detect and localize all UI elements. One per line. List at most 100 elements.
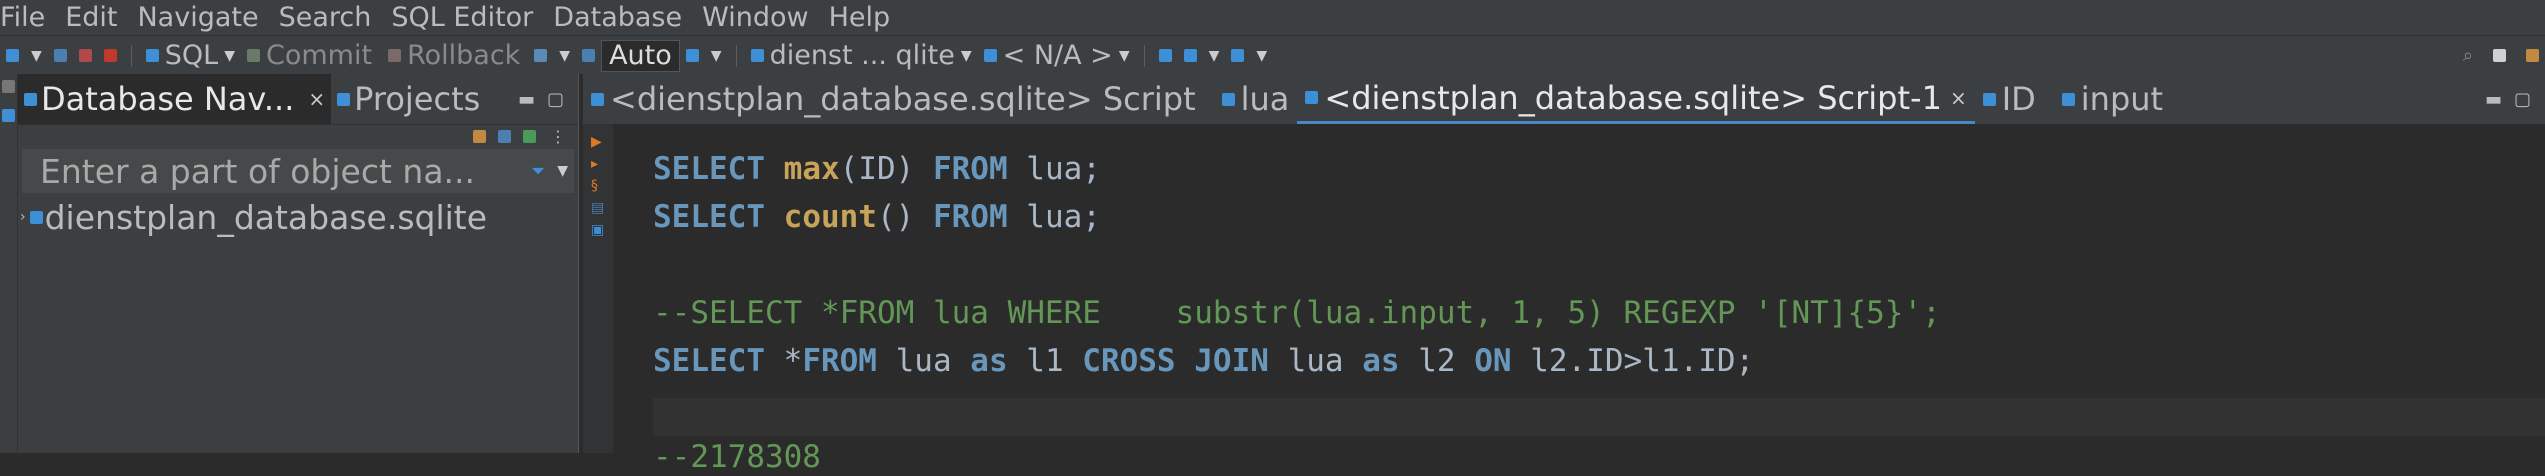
code-line: SELECT *FROM lua as l1 CROSS JOIN lua as… bbox=[653, 342, 1754, 380]
projects-icon bbox=[337, 92, 351, 106]
commit-label: Commit bbox=[266, 40, 373, 71]
datasource-selector[interactable]: dienst ... qlite ▼ bbox=[745, 40, 978, 71]
object-filter-input[interactable] bbox=[22, 150, 531, 192]
execute-in-new-tab-icon[interactable]: ▸ bbox=[591, 156, 613, 172]
chevron-down-icon[interactable]: ▼ bbox=[1209, 48, 1220, 64]
open-perspective-icon[interactable] bbox=[2493, 49, 2506, 62]
menu-window[interactable]: Window bbox=[702, 0, 808, 35]
tab-database-navigator[interactable]: Database Nav... × bbox=[18, 74, 332, 124]
transaction-mode-selector[interactable]: Auto bbox=[601, 39, 680, 72]
collapse-all-icon[interactable] bbox=[498, 129, 511, 143]
tab-label: <dienstplan_database.sqlite> Script bbox=[610, 80, 1196, 118]
maximize-icon[interactable]: ▢ bbox=[2514, 89, 2531, 110]
navigator-tabs: Database Nav... × Projects ▬ ▢ bbox=[18, 74, 578, 125]
pin-icon[interactable] bbox=[1231, 49, 1245, 62]
menu-edit[interactable]: Edit bbox=[65, 0, 117, 35]
schema-icon bbox=[983, 49, 997, 62]
explain-plan-icon[interactable]: ▤ bbox=[591, 200, 613, 216]
chevron-down-icon[interactable]: ▼ bbox=[559, 48, 570, 64]
tab-label: Projects bbox=[354, 80, 481, 118]
sql-script-icon bbox=[591, 92, 604, 106]
menu-search[interactable]: Search bbox=[279, 0, 372, 35]
lock-icon[interactable] bbox=[582, 49, 596, 62]
rollback-button[interactable]: Rollback bbox=[382, 40, 520, 71]
invalidate-icon[interactable] bbox=[103, 49, 117, 62]
new-connection-icon[interactable] bbox=[6, 49, 19, 62]
tab-lua[interactable]: lua bbox=[1204, 74, 1298, 124]
sql-editor-button[interactable]: SQL ▼ bbox=[140, 40, 241, 71]
tab-input[interactable]: input bbox=[2044, 74, 2171, 124]
chevron-down-icon[interactable]: ▼ bbox=[1119, 48, 1130, 64]
menu-sql-editor[interactable]: SQL Editor bbox=[391, 0, 533, 35]
minimize-icon[interactable]: ▬ bbox=[2485, 89, 2502, 110]
chevron-down-icon[interactable]: ▼ bbox=[961, 48, 972, 64]
chevron-down-icon[interactable]: ▼ bbox=[224, 48, 235, 64]
format-icon[interactable] bbox=[1183, 49, 1197, 62]
tab-projects[interactable]: Projects bbox=[331, 74, 486, 124]
dbeaver-perspective-icon[interactable] bbox=[2526, 49, 2539, 62]
chevron-down-icon[interactable]: ▼ bbox=[711, 48, 722, 64]
navigator-toolbar: ⋮ bbox=[18, 125, 578, 147]
connect-icon[interactable] bbox=[53, 49, 67, 62]
left-trim-bar bbox=[0, 74, 18, 453]
execute-script-icon[interactable]: § bbox=[591, 178, 613, 194]
chevron-down-icon[interactable]: ▼ bbox=[557, 163, 568, 179]
code-token: SELECT bbox=[653, 199, 765, 235]
code-token: FROM bbox=[932, 199, 1008, 235]
sql-editor[interactable]: SELECT max(ID) FROM lua; SELECT count() F… bbox=[613, 124, 2545, 475]
menu-database[interactable]: Database bbox=[553, 0, 682, 35]
code-token: lua; bbox=[1007, 151, 1101, 187]
sqlite-db-icon bbox=[750, 49, 764, 62]
column-icon bbox=[2061, 92, 2075, 106]
code-token: l2.ID>l1.ID; bbox=[1511, 343, 1755, 379]
menu-navigate[interactable]: Navigate bbox=[137, 0, 258, 35]
search-icon[interactable]: ⌕ bbox=[2463, 45, 2473, 66]
minimize-icon[interactable]: ▬ bbox=[518, 89, 535, 110]
chevron-down-icon[interactable]: ▼ bbox=[31, 48, 42, 64]
disconnect-icon[interactable] bbox=[78, 49, 92, 62]
main-toolbar: ▼ SQL ▼ Commit Rollback ▼ Auto ▼ dienst … bbox=[0, 35, 2545, 75]
tree-item-database[interactable]: › dienstplan_database.sqlite bbox=[18, 193, 578, 241]
code-token: count bbox=[783, 199, 877, 235]
restore-view-icon[interactable] bbox=[2, 109, 15, 122]
menu-file[interactable]: File bbox=[0, 0, 45, 35]
commit-icon bbox=[247, 49, 260, 62]
editor-tabs: <dienstplan_database.sqlite> Script lua … bbox=[583, 74, 2545, 124]
filter-icon[interactable]: ⏷ bbox=[531, 161, 545, 182]
database-navigator-panel: Database Nav... × Projects ▬ ▢ ⋮ ⏷ ▼ › d… bbox=[18, 74, 578, 453]
tab-script-1[interactable]: <dienstplan_database.sqlite> Script-1 × bbox=[1297, 74, 1975, 124]
maximize-icon[interactable]: ▢ bbox=[547, 89, 564, 110]
code-line: --SELECT *FROM lua WHERE substr(lua.inpu… bbox=[653, 294, 1941, 332]
rollback-icon bbox=[388, 49, 402, 62]
close-icon[interactable]: × bbox=[1950, 86, 1967, 110]
code-token: * bbox=[764, 343, 803, 379]
link-editor-icon[interactable] bbox=[523, 129, 536, 143]
schema-selector[interactable]: < N/A > ▼ bbox=[978, 40, 1136, 71]
execute-statement-icon[interactable]: ▶ bbox=[591, 134, 613, 150]
console-icon[interactable]: ▣ bbox=[591, 222, 613, 238]
tab-label: ID bbox=[2001, 80, 2036, 118]
transaction-mode-icon[interactable] bbox=[534, 49, 548, 62]
code-line: --2178308 bbox=[653, 438, 821, 476]
tab-script[interactable]: <dienstplan_database.sqlite> Script bbox=[583, 74, 1204, 124]
toolbar-separator bbox=[1143, 44, 1145, 67]
minimized-view-icon[interactable] bbox=[2, 80, 15, 93]
close-icon[interactable]: × bbox=[308, 87, 325, 111]
new-folder-icon[interactable] bbox=[473, 129, 486, 143]
commit-button[interactable]: Commit bbox=[241, 40, 372, 71]
tree-item-label: dienstplan_database.sqlite bbox=[44, 197, 488, 237]
view-menu-icon[interactable]: ⋮ bbox=[550, 127, 566, 146]
clock-icon[interactable] bbox=[1158, 49, 1172, 62]
expand-arrow-icon[interactable]: › bbox=[20, 209, 26, 225]
chevron-down-icon[interactable]: ▼ bbox=[1256, 48, 1267, 64]
transaction-log-icon[interactable] bbox=[685, 49, 699, 62]
menu-bar: File Edit Navigate Search SQL Editor Dat… bbox=[0, 0, 2545, 35]
datasource-label: dienst ... qlite bbox=[769, 40, 955, 71]
menu-help[interactable]: Help bbox=[829, 0, 891, 35]
current-line-highlight bbox=[653, 398, 2545, 436]
code-token: l1 bbox=[1007, 343, 1083, 379]
sql-script-icon bbox=[1305, 91, 1319, 104]
tab-id[interactable]: ID bbox=[1975, 74, 2044, 124]
